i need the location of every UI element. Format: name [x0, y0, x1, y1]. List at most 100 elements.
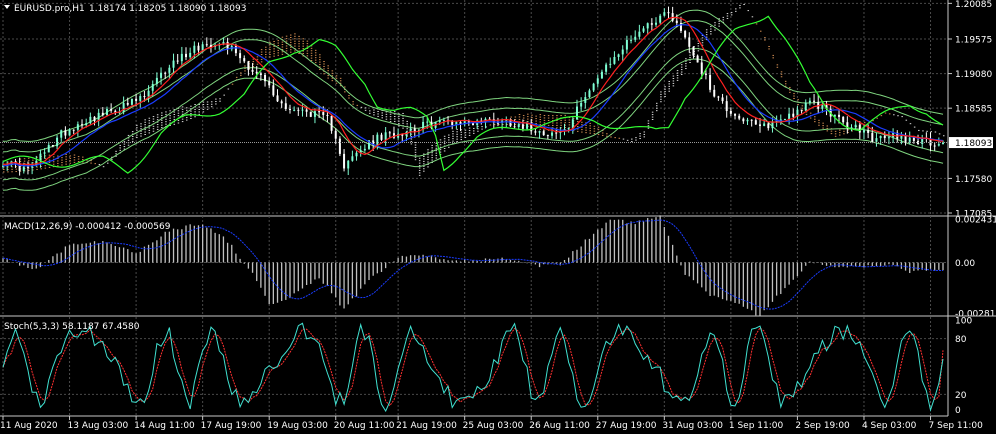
cloud-dot — [381, 117, 383, 119]
candle-body — [630, 39, 633, 41]
cloud-dot — [460, 139, 463, 141]
cloud-dot — [793, 93, 795, 95]
candle-body — [783, 118, 786, 120]
cloud-dot — [302, 48, 304, 50]
candle-body — [584, 97, 587, 103]
cloud-dot — [277, 40, 280, 42]
cloud-dot — [140, 128, 142, 130]
cloud-dot — [793, 95, 795, 97]
cloud-dot — [414, 144, 417, 146]
cloud-dot — [456, 141, 458, 143]
cloud-dot — [489, 124, 492, 126]
cloud-dot — [527, 116, 529, 118]
candle-body — [384, 132, 387, 140]
cloud-dot — [369, 110, 371, 112]
cloud-dot — [265, 49, 267, 51]
cloud-dot — [327, 70, 329, 72]
candle-body — [804, 102, 807, 111]
cloud-dot — [152, 125, 155, 127]
candle-body — [634, 36, 637, 40]
cloud-dot — [448, 137, 450, 139]
cloud-dot — [676, 79, 679, 81]
candle-body — [180, 53, 183, 62]
cloud-dot — [722, 19, 725, 21]
cloud-dot — [310, 55, 313, 57]
cloud-dot — [265, 54, 267, 56]
candle-body — [438, 120, 441, 123]
cloud-dot — [672, 75, 675, 77]
candle-body — [842, 116, 845, 123]
cloud-dot — [352, 103, 354, 105]
cloud-dot — [23, 158, 26, 160]
cloud-dot — [406, 123, 408, 125]
cloud-dot — [631, 141, 633, 143]
cloud-dot — [535, 115, 537, 117]
cloud-dot — [556, 122, 558, 124]
cloud-dot — [660, 91, 662, 93]
cloud-dot — [356, 104, 359, 106]
candle-body — [800, 109, 803, 111]
cloud-dot — [680, 69, 683, 71]
candle-body — [655, 22, 658, 25]
cloud-dot — [797, 104, 799, 106]
candle-body — [259, 73, 262, 75]
cloud-dot — [473, 127, 475, 129]
candle-body — [609, 63, 612, 65]
candle-body — [47, 145, 50, 153]
cloud-dot — [535, 120, 537, 122]
cloud-dot — [552, 117, 554, 119]
candle-body — [272, 85, 275, 96]
cloud-dot — [589, 125, 591, 127]
time-tick-label: 21 Aug 19:00 — [396, 421, 457, 431]
cloud-dot — [131, 131, 134, 133]
cloud-dot — [206, 108, 209, 110]
cloud-dot — [269, 44, 271, 46]
cloud-dot — [581, 121, 583, 123]
candle-body — [883, 135, 886, 139]
price-tick-label: 1.19575 — [955, 35, 992, 45]
candle-body — [60, 130, 63, 138]
cloud-dot — [215, 101, 217, 103]
chart-background — [0, 0, 996, 434]
cloud-dot — [730, 11, 733, 13]
candle-body — [376, 134, 379, 145]
cloud-dot — [161, 122, 163, 124]
candle-body — [725, 101, 728, 111]
cloud-dot — [448, 146, 450, 148]
candle-body — [821, 105, 824, 109]
cloud-dot — [11, 171, 13, 173]
cloud-dot — [310, 57, 313, 59]
cloud-dot — [393, 111, 396, 113]
cloud-dot — [576, 125, 579, 127]
cloud-dot — [676, 70, 679, 72]
cloud-dot — [260, 49, 263, 51]
cloud-dot — [593, 133, 596, 135]
cloud-dot — [784, 83, 787, 85]
cloud-dot — [310, 50, 313, 52]
candle-body — [185, 53, 188, 58]
cloud-dot — [943, 135, 945, 137]
cloud-dot — [680, 73, 683, 75]
cloud-dot — [73, 159, 76, 161]
candle-body — [64, 130, 67, 136]
cloud-dot — [477, 130, 479, 132]
cloud-dot — [547, 124, 550, 126]
cloud-dot — [285, 40, 288, 42]
candle-body — [667, 12, 670, 14]
cloud-dot — [69, 160, 72, 162]
cloud-dot — [152, 120, 155, 122]
candle-body — [534, 131, 537, 133]
candle-body — [313, 111, 316, 117]
trading-chart[interactable]: 1.200851.195751.190801.185851.175801.170… — [0, 0, 996, 434]
candle-body — [426, 121, 429, 123]
cloud-dot — [148, 117, 151, 119]
cloud-dot — [834, 135, 837, 137]
candle-body — [575, 106, 578, 120]
cloud-dot — [398, 120, 400, 122]
cloud-dot — [61, 162, 63, 164]
cloud-dot — [294, 40, 296, 42]
cloud-dot — [98, 163, 101, 165]
cloud-dot — [660, 93, 662, 95]
cloud-dot — [705, 29, 708, 31]
cloud-dot — [764, 39, 766, 41]
